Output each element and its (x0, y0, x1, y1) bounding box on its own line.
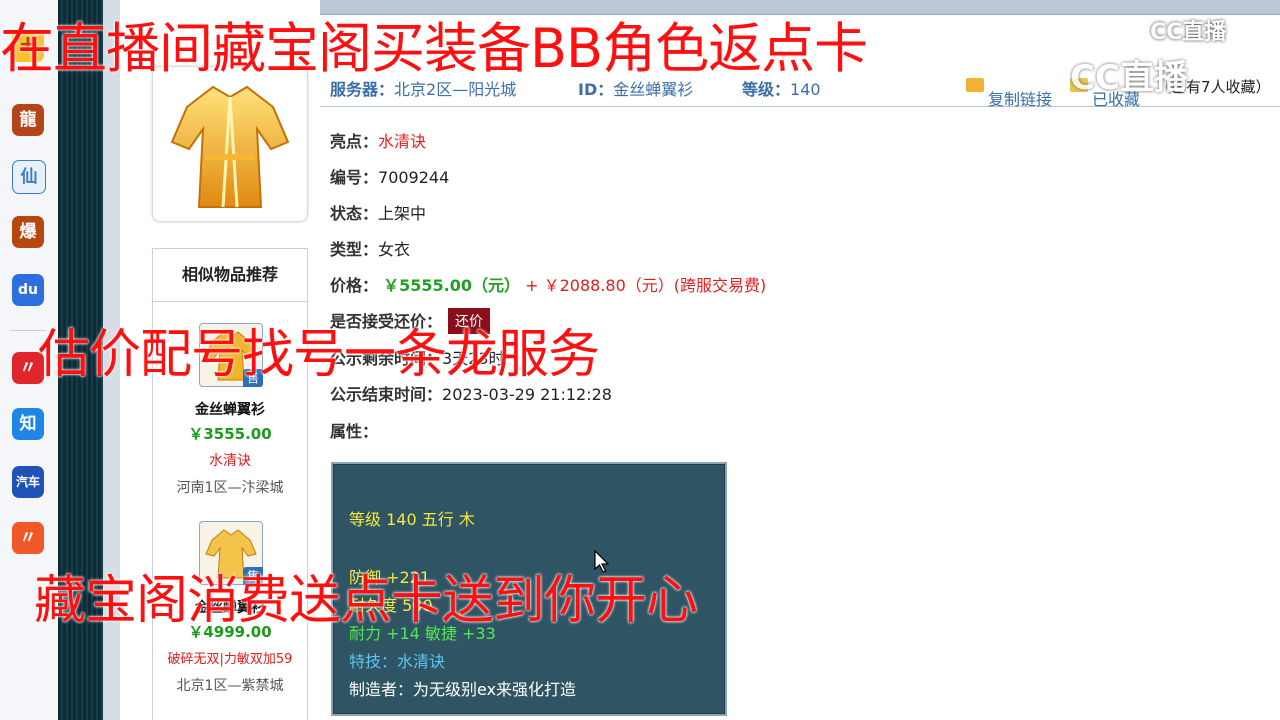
attribute-row: 属性： (330, 418, 378, 442)
price-label: 价格： (330, 276, 379, 295)
attr-skill-line: 特技：水清诀 (349, 652, 446, 671)
serial-value: 7009244 (378, 168, 450, 187)
price-value: ￥5555.00（元） (383, 276, 520, 295)
highlight-row: 亮点：水清诀 (330, 128, 426, 152)
serial-row: 编号：7009244 (330, 164, 449, 188)
serial-label: 编号： (330, 168, 379, 187)
overlay-caption-top: 在直播间藏宝阁买装备BB角色返点卡 (0, 17, 868, 80)
cc-live-watermark: CC直播 (1150, 20, 1227, 45)
similar-item-server: 河南1区—汴梁城 (176, 480, 284, 496)
price-row: 价格： ￥5555.00（元） + ￥2088.80（元）(跨服交易费) (330, 272, 766, 296)
xian-game-icon[interactable]: 仙 (12, 160, 46, 194)
attr-level-line: 等级 140 五行 木 (349, 510, 475, 529)
similar-item-name[interactable]: 金丝蝉翼衫 (153, 399, 307, 419)
similar-items-title: 相似物品推荐 (153, 249, 307, 302)
copy-link-button[interactable]: 复制链接 (966, 76, 1052, 109)
cross-server-fee: ￥2088.80（元）(跨服交易费) (543, 276, 767, 295)
robe-icon (170, 85, 290, 208)
game-dragon-icon[interactable]: 龍 (12, 104, 44, 136)
copy-link-label: 复制链接 (988, 90, 1053, 109)
highlight-label: 亮点： (330, 132, 379, 151)
baidu-icon[interactable]: du (12, 274, 44, 306)
copy-link-icon (966, 78, 984, 92)
end-time-value: 2023-03-29 21:12:28 (442, 385, 612, 404)
status-label: 状态： (330, 204, 379, 223)
zhihu-icon[interactable]: 知 (12, 408, 44, 440)
game-explode-icon[interactable]: 爆 (12, 216, 44, 248)
attr-maker-line: 制造者：为无级别ex来强化打造 (349, 680, 577, 699)
cc-live-watermark-large: CC直播 (1070, 58, 1188, 98)
type-value: 女衣 (378, 240, 411, 259)
similar-item-tag: 水清诀 (209, 453, 251, 469)
type-row: 类型：女衣 (330, 236, 410, 260)
similar-item-tag: 破碎无双|力敏双加59 (167, 652, 293, 667)
status-row: 状态：上架中 (330, 200, 426, 224)
car-app-icon[interactable]: 汽车 (12, 466, 44, 498)
price-plus: + (525, 276, 539, 295)
attribute-label: 属性： (330, 422, 379, 441)
highlight-value: 水清诀 (378, 132, 427, 151)
type-label: 类型： (330, 240, 379, 259)
similar-item-server: 北京1区—紫禁城 (176, 678, 284, 694)
overlay-caption-middle: 估价配号找号一条龙服务 (38, 325, 600, 385)
end-time-label: 公示结束时间： (330, 385, 443, 404)
overlay-caption-bottom: 藏宝阁消费送点卡送到你开心 (34, 571, 698, 631)
orange-swoosh-icon[interactable]: 〃 (12, 522, 44, 554)
status-value: 上架中 (378, 204, 427, 223)
similar-item-price: ￥3555.00 (188, 425, 272, 443)
screen: + 龍 仙 爆 du 〃 知 汽车 〃 相似物品推荐 售 金丝蝉翼衫 ￥3555… (0, 0, 1280, 720)
item-image (152, 66, 308, 222)
